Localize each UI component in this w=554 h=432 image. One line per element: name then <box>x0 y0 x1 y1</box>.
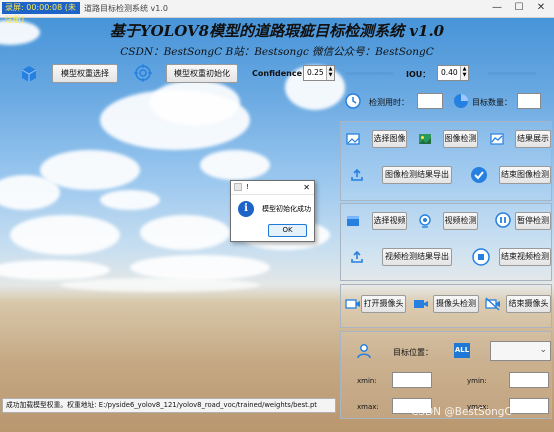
window-title: 道路目标检测系统 v1.0 <box>84 4 168 13</box>
dialog-message: 模型初始化成功 <box>262 205 311 213</box>
title-bar: 录屏: 00:00:08 (未注册) 道路目标检测系统 v1.0 — ☐ ✕ <box>0 0 554 24</box>
spin-arrows-icon[interactable]: ▲ ▼ <box>460 66 468 80</box>
xmin-value-box <box>392 372 432 388</box>
select-image-button[interactable]: 选择图像 <box>372 130 407 148</box>
detect-video-button[interactable]: 视频检测 <box>443 212 478 230</box>
target-position-label: 目标位置： <box>393 348 433 357</box>
ymin-label: ymin: <box>467 377 487 385</box>
sky-cloud <box>0 175 60 210</box>
open-camera-button[interactable]: 打开摄像头 <box>361 295 406 313</box>
camera-off-icon <box>485 297 501 311</box>
pie-icon <box>453 93 469 109</box>
dialog-title-bar: ! ✕ <box>231 181 314 195</box>
all-badge: ALL <box>454 343 470 358</box>
video-file-icon <box>346 214 360 228</box>
sky-cloud <box>140 215 230 250</box>
cube-icon <box>20 65 38 83</box>
iou-value: 0.40 <box>441 68 458 77</box>
info-icon: i <box>238 201 254 217</box>
sky-cloud <box>130 255 270 280</box>
sky-cloud <box>10 215 120 255</box>
select-weights-button[interactable]: 模型权重选择 <box>52 64 118 83</box>
sky-cloud <box>100 190 160 210</box>
chevron-down-icon: ⌄ <box>539 345 547 355</box>
detect-image-button[interactable]: 图像检测 <box>443 130 478 148</box>
select-video-button[interactable]: 选择视频 <box>372 212 407 230</box>
dialog-close-icon[interactable]: ✕ <box>303 181 310 194</box>
camera-detect-button[interactable]: 摄像头检测 <box>433 295 479 313</box>
maximize-button[interactable]: ☐ <box>508 1 530 15</box>
pause-icon <box>495 212 511 228</box>
time-value-box <box>417 93 443 109</box>
ymin-value-box <box>509 372 549 388</box>
close-camera-button[interactable]: 结束摄像头 <box>506 295 551 313</box>
stop-icon <box>472 248 490 266</box>
camera-icon <box>413 297 429 311</box>
show-result-button[interactable]: 结果展示 <box>515 130 551 148</box>
user-icon <box>356 343 372 359</box>
image-icon <box>346 132 360 146</box>
spin-arrows-icon[interactable]: ▲ ▼ <box>326 66 334 80</box>
dialog-title: ! <box>246 183 249 191</box>
init-weights-button[interactable]: 模型权重初始化 <box>166 64 238 83</box>
upload-icon <box>350 250 364 264</box>
message-dialog: ! ✕ i 模型初始化成功 OK <box>230 180 315 242</box>
ok-button[interactable]: OK <box>268 224 307 237</box>
main-window: 录屏: 00:00:08 (未注册) 道路目标检测系统 v1.0 — ☐ ✕ 基… <box>0 0 554 432</box>
target-select[interactable]: ⌄ <box>490 341 551 361</box>
confidence-spinbox[interactable]: 0.25 ▲ ▼ <box>303 65 335 81</box>
time-label: 检测用时： <box>369 98 409 107</box>
status-bar: 成功加载模型权重。权重地址: E:/pyside6_yolov8_121/yol… <box>2 398 336 413</box>
sky-cloud <box>200 150 270 180</box>
iou-label: IOU： <box>406 70 431 79</box>
export-image-button[interactable]: 图像检测结果导出 <box>382 166 452 184</box>
ymax-value-box <box>509 398 549 414</box>
sky-cloud <box>150 80 240 125</box>
end-image-button[interactable]: 结束图像检测 <box>499 166 551 184</box>
chart-icon <box>490 132 504 146</box>
app-icon <box>234 183 242 191</box>
page-subtitle: CSDN：BestSongC B站：Bestsongc 微信公众号：BestSo… <box>120 46 434 58</box>
count-label: 目标数量： <box>472 98 512 107</box>
check-icon <box>470 166 488 184</box>
recording-badge: 录屏: 00:00:08 (未注册) <box>2 2 80 24</box>
xmax-label: xmax: <box>357 403 379 411</box>
sky-cloud <box>0 260 110 280</box>
clock-icon <box>345 93 361 109</box>
sky-cloud <box>60 278 260 292</box>
csdn-watermark: CSDN @BestSongC <box>411 406 512 418</box>
page-title: 基于YOLOV8模型的道路瑕疵目标检测系统 v1.0 <box>109 22 445 40</box>
camera-icon <box>345 297 361 311</box>
minimize-button[interactable]: — <box>486 1 508 15</box>
upload-icon <box>350 168 364 182</box>
end-video-button[interactable]: 结束视频检测 <box>499 248 551 266</box>
target-icon <box>134 64 152 82</box>
pause-detect-button[interactable]: 暂停检测 <box>515 212 551 230</box>
gallery-icon <box>418 132 432 146</box>
close-button[interactable]: ✕ <box>530 1 552 15</box>
iou-spinbox[interactable]: 0.40 ▲ ▼ <box>437 65 469 81</box>
count-value-box <box>517 93 541 109</box>
confidence-label: Confidence <box>252 69 303 78</box>
export-video-button[interactable]: 视频检测结果导出 <box>382 248 452 266</box>
video-detect-icon <box>418 214 432 228</box>
iou-slider[interactable] <box>488 72 536 75</box>
confidence-value: 0.25 <box>307 68 324 77</box>
confidence-slider[interactable] <box>346 72 394 75</box>
xmin-label: xmin: <box>357 377 377 385</box>
